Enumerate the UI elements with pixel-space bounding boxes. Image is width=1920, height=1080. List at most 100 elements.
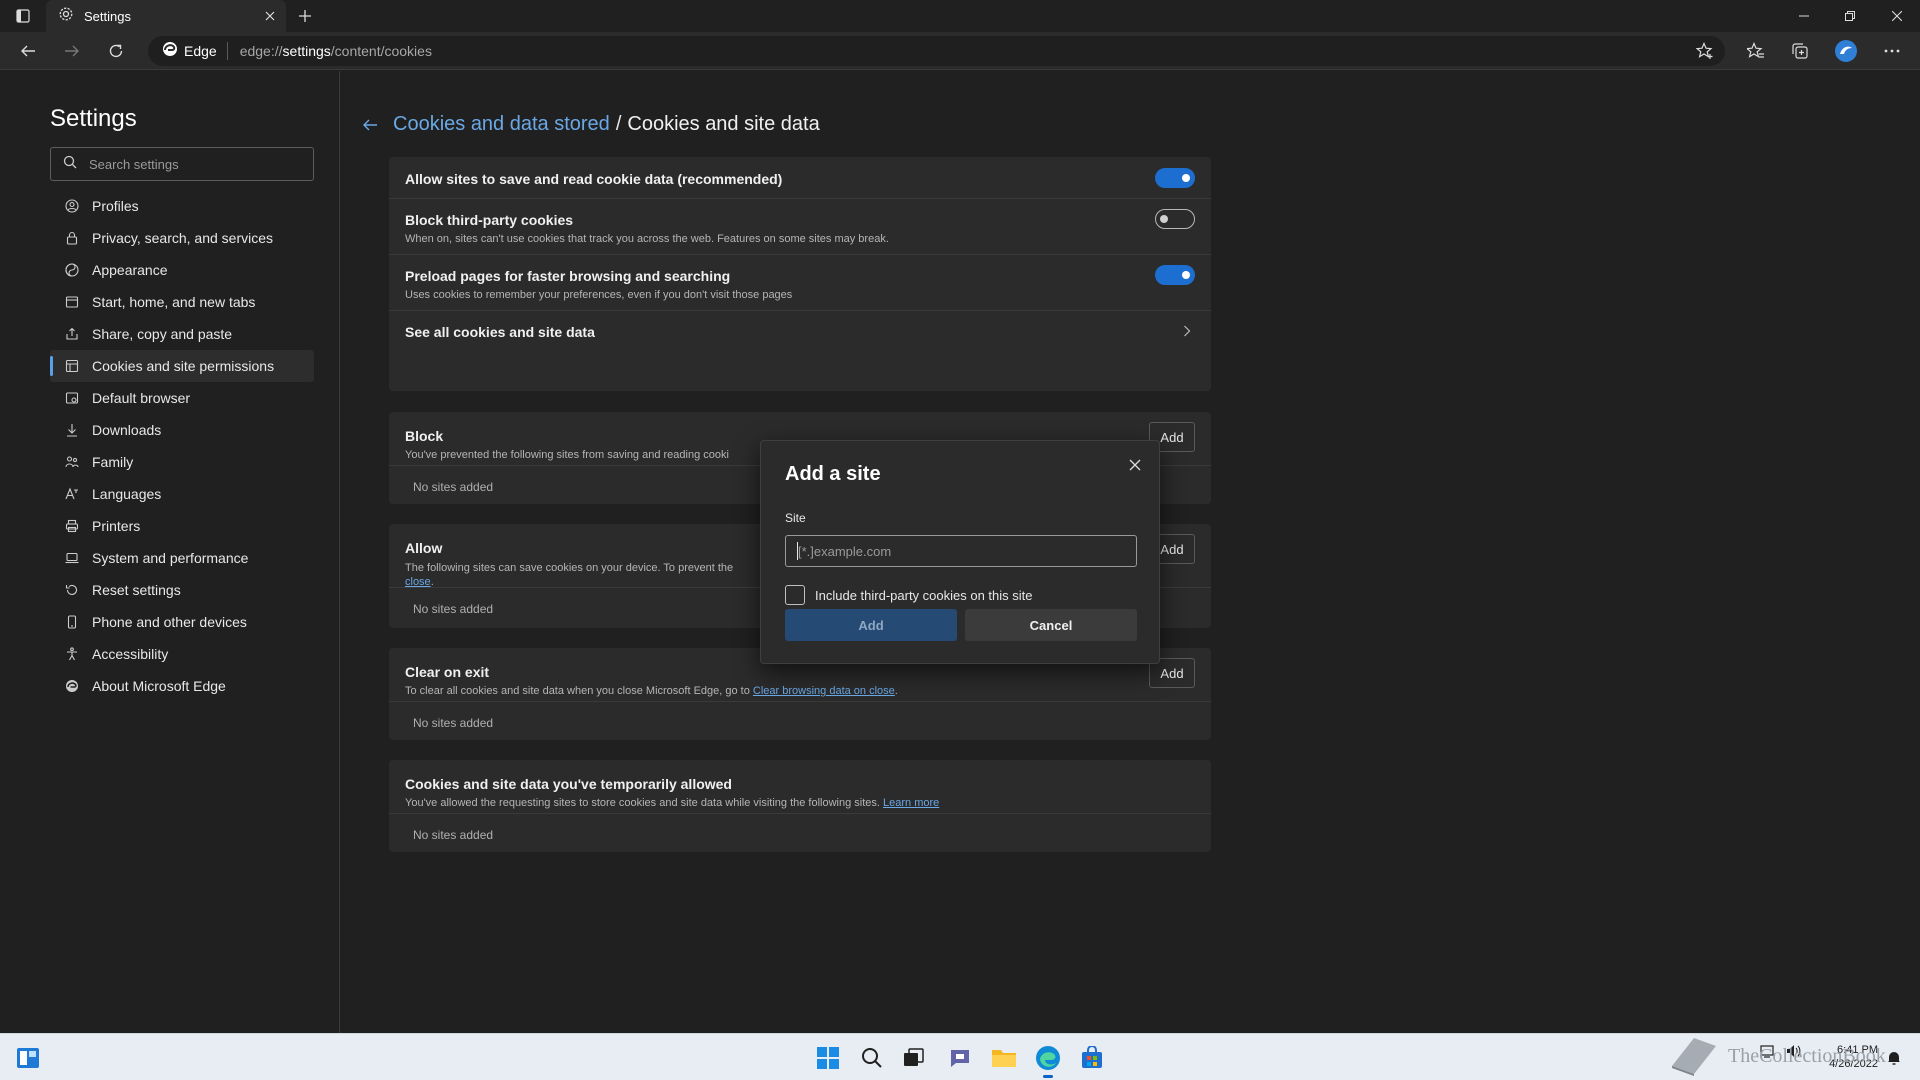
edge-icon — [162, 41, 178, 62]
teams-chat-icon[interactable] — [946, 1044, 974, 1072]
laptop-icon — [64, 550, 80, 566]
sidebar-item-printers[interactable]: Printers — [50, 510, 314, 542]
sidebar-item-family[interactable]: Family — [50, 446, 314, 478]
clear-on-exit-empty-text: No sites added — [413, 716, 494, 730]
file-explorer-icon[interactable] — [990, 1044, 1018, 1072]
clear-on-exit-title: Clear on exit — [405, 664, 490, 680]
back-icon[interactable] — [14, 37, 42, 65]
favorites-icon[interactable] — [1742, 37, 1770, 65]
sidebar-item-label: Share, copy and paste — [92, 326, 233, 342]
dialog-cancel-button[interactable]: Cancel — [965, 609, 1137, 641]
search-input[interactable] — [89, 156, 289, 172]
sidebar-item-label: Default browser — [92, 390, 191, 406]
collections-icon[interactable] — [1786, 37, 1814, 65]
sidebar-item-languages[interactable]: Languages — [50, 478, 314, 510]
more-menu-icon[interactable] — [1878, 37, 1906, 65]
add-favorite-icon[interactable] — [1695, 41, 1715, 61]
clear-browsing-data-link[interactable]: Clear browsing data on close — [753, 685, 895, 697]
back-arrow-icon[interactable] — [359, 114, 381, 136]
url-scheme: edge:// — [239, 43, 283, 59]
book-icon — [1668, 1032, 1720, 1080]
restore-icon[interactable] — [1827, 0, 1873, 32]
preload-pages-desc: Uses cookies to remember your preference… — [405, 289, 793, 301]
third-party-checkbox-row[interactable]: Include third-party cookies on this site — [785, 585, 1033, 605]
sidebar-item-phone[interactable]: Phone and other devices — [50, 606, 314, 638]
minimize-icon[interactable] — [1781, 0, 1827, 32]
tab-actions-icon[interactable] — [10, 5, 36, 27]
allow-cookies-toggle[interactable] — [1155, 168, 1195, 188]
sidebar-item-label: Downloads — [92, 422, 162, 438]
add-site-dialog: Add a site Site Include third-party cook… — [760, 440, 1160, 664]
block-third-party-title: Block third-party cookies — [405, 212, 574, 228]
third-party-checkbox-label: Include third-party cookies on this site — [815, 587, 1033, 603]
watermark: TheCollectionBook — [1668, 1033, 1886, 1080]
block-third-party-toggle[interactable] — [1155, 209, 1195, 229]
preload-pages-title: Preload pages for faster browsing and se… — [405, 268, 731, 284]
phone-icon — [64, 614, 80, 630]
sidebar-item-appearance[interactable]: Appearance — [50, 254, 314, 286]
accessibility-icon — [64, 646, 80, 662]
sidebar-item-label: System and performance — [92, 550, 249, 566]
task-view-icon[interactable] — [900, 1044, 928, 1072]
gear-icon — [58, 6, 74, 27]
site-field-label: Site — [785, 511, 806, 525]
temp-allowed-card: Cookies and site data you've temporarily… — [389, 760, 1211, 852]
appearance-icon — [64, 262, 80, 278]
address-bar[interactable]: Edge edge://settings/content/cookies — [148, 36, 1725, 66]
sidebar-item-cookies[interactable]: Cookies and site permissions — [50, 350, 314, 382]
sidebar-item-profiles[interactable]: Profiles — [50, 190, 314, 222]
language-icon — [64, 486, 80, 502]
windows-taskbar: 6:41 PM 4/26/2022 — [0, 1033, 1920, 1080]
site-input[interactable] — [785, 535, 1137, 567]
see-all-cookies-title: See all cookies and site data — [405, 324, 595, 340]
allow-desc-link[interactable]: close — [405, 576, 431, 588]
close-tab-icon[interactable] — [262, 8, 278, 24]
search-settings-box[interactable] — [50, 147, 314, 181]
forward-icon[interactable] — [58, 37, 86, 65]
family-icon — [64, 454, 80, 470]
breadcrumb-parent-link[interactable]: Cookies and data stored — [393, 113, 610, 136]
profile-icon — [64, 198, 80, 214]
sidebar-item-accessibility[interactable]: Accessibility — [50, 638, 314, 670]
sidebar-item-downloads[interactable]: Downloads — [50, 414, 314, 446]
address-prefix: Edge — [184, 43, 217, 59]
url-host: settings — [282, 43, 331, 59]
download-icon — [64, 422, 80, 438]
third-party-checkbox[interactable] — [785, 585, 805, 605]
close-window-icon[interactable] — [1874, 0, 1920, 32]
sidebar-item-default-browser[interactable]: Default browser — [50, 382, 314, 414]
see-all-cookies-row[interactable]: See all cookies and site data — [389, 311, 1211, 351]
sidebar-item-label: Cookies and site permissions — [92, 358, 275, 374]
preload-pages-toggle[interactable] — [1155, 265, 1195, 285]
address-url[interactable]: edge://settings/content/cookies — [240, 43, 432, 59]
new-tab-icon[interactable] — [294, 5, 316, 27]
sidebar-item-privacy[interactable]: Privacy, search, and services — [50, 222, 314, 254]
sidebar-item-system[interactable]: System and performance — [50, 542, 314, 574]
edge-icon — [64, 678, 80, 694]
learn-more-link[interactable]: Learn more — [883, 797, 939, 809]
temp-allowed-header: Cookies and site data you've temporarily… — [389, 760, 1211, 814]
temp-allowed-empty-text: No sites added — [413, 828, 494, 842]
lock-icon — [64, 230, 80, 246]
dialog-add-button[interactable]: Add — [785, 609, 957, 641]
start-icon[interactable] — [814, 1044, 842, 1072]
text-caret — [797, 542, 798, 560]
sidebar-item-reset[interactable]: Reset settings — [50, 574, 314, 606]
sidebar-item-share[interactable]: Share, copy and paste — [50, 318, 314, 350]
profile-avatar-icon[interactable] — [1832, 37, 1860, 65]
widgets-icon[interactable] — [14, 1044, 42, 1072]
sidebar-item-label: Profiles — [92, 198, 139, 214]
store-icon[interactable] — [1078, 1044, 1106, 1072]
edge-site-chip[interactable]: Edge — [148, 41, 228, 62]
refresh-icon[interactable] — [102, 37, 130, 65]
tab-settings[interactable]: Settings — [46, 0, 286, 32]
search-taskbar-icon[interactable] — [858, 1044, 886, 1072]
sidebar-nav: Profiles Privacy, search, and services A… — [50, 190, 314, 702]
edge-taskbar-icon[interactable] — [1034, 1044, 1062, 1078]
close-icon[interactable] — [1125, 455, 1145, 475]
dialog-title: Add a site — [785, 463, 881, 485]
block-third-party-row: Block third-party cookies When on, sites… — [389, 199, 1211, 255]
sidebar-item-label: Languages — [92, 486, 162, 502]
sidebar-item-about[interactable]: About Microsoft Edge — [50, 670, 314, 702]
sidebar-item-start-home[interactable]: Start, home, and new tabs — [50, 286, 314, 318]
